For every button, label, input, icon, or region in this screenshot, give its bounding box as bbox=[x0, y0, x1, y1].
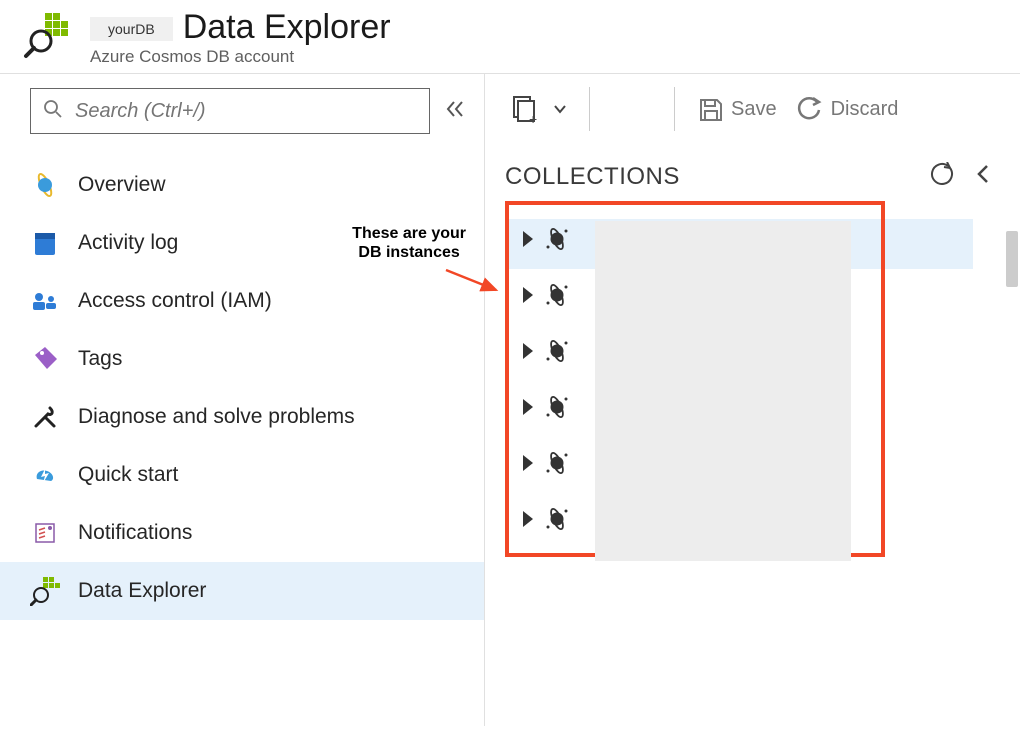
save-icon bbox=[697, 96, 723, 122]
nav-item-label: Overview bbox=[78, 173, 166, 197]
nav-item-label: Access control (IAM) bbox=[78, 289, 272, 313]
bolt-icon bbox=[30, 460, 60, 490]
search-box[interactable] bbox=[30, 88, 430, 134]
nav-item-quick-start[interactable]: Quick start bbox=[0, 446, 484, 504]
planet-icon bbox=[30, 170, 60, 200]
nav-item-label: Activity log bbox=[78, 231, 178, 255]
expand-icon[interactable] bbox=[523, 455, 533, 471]
tools-icon bbox=[30, 402, 60, 432]
discard-button[interactable]: Discard bbox=[797, 96, 899, 122]
nav-item-label: Diagnose and solve problems bbox=[78, 405, 355, 429]
nav-item-label: Notifications bbox=[78, 521, 192, 545]
collections-panel: COLLECTIONS bbox=[485, 152, 1020, 557]
search-icon bbox=[43, 99, 63, 124]
nav-item-notifications[interactable]: Notifications bbox=[0, 504, 484, 562]
collection-item[interactable] bbox=[509, 267, 881, 323]
toolbar: + Save Discard bbox=[485, 74, 1020, 144]
new-collection-button[interactable]: + bbox=[509, 94, 567, 124]
toolbar-label: Save bbox=[731, 98, 777, 121]
nav-item-label: Tags bbox=[78, 347, 122, 371]
discard-icon bbox=[797, 96, 823, 122]
nav-item-label: Data Explorer bbox=[78, 579, 206, 603]
nav-item-diagnose[interactable]: Diagnose and solve problems bbox=[0, 388, 484, 446]
search-input[interactable] bbox=[75, 100, 417, 123]
database-icon bbox=[543, 281, 571, 309]
main-panel: + Save Discard COLLECTIONS bbox=[485, 74, 1020, 726]
collection-item[interactable] bbox=[509, 211, 881, 267]
database-icon bbox=[543, 505, 571, 533]
database-icon bbox=[543, 337, 571, 365]
log-icon bbox=[30, 228, 60, 258]
collapse-sidebar-button[interactable] bbox=[444, 98, 466, 125]
collection-item[interactable] bbox=[509, 323, 881, 379]
page-subtitle: Azure Cosmos DB account bbox=[90, 47, 391, 67]
nav-item-access-control[interactable]: Access control (IAM) bbox=[0, 272, 484, 330]
svg-text:+: + bbox=[529, 111, 537, 124]
collections-list bbox=[505, 201, 885, 557]
annotation-arrow-icon bbox=[444, 266, 504, 296]
collection-item[interactable] bbox=[509, 491, 881, 547]
collapse-collections-button[interactable] bbox=[974, 162, 992, 191]
nav-item-label: Quick start bbox=[78, 463, 178, 487]
database-icon bbox=[543, 225, 571, 253]
product-icon bbox=[20, 8, 74, 62]
expand-icon[interactable] bbox=[523, 231, 533, 247]
refresh-button[interactable] bbox=[930, 162, 954, 191]
database-icon bbox=[543, 393, 571, 421]
database-icon bbox=[543, 449, 571, 477]
expand-icon[interactable] bbox=[523, 399, 533, 415]
db-name-chip: yourDB bbox=[90, 17, 173, 41]
collection-item[interactable] bbox=[509, 379, 881, 435]
iam-icon bbox=[30, 286, 60, 316]
nav-item-data-explorer[interactable]: Data Explorer bbox=[0, 562, 484, 620]
save-button[interactable]: Save bbox=[697, 96, 777, 122]
expand-icon[interactable] bbox=[523, 511, 533, 527]
nav-item-tags[interactable]: Tags bbox=[0, 330, 484, 388]
chevron-down-icon bbox=[553, 102, 567, 116]
annotation-text: These are your DB instances bbox=[352, 224, 466, 262]
collections-title: COLLECTIONS bbox=[505, 163, 680, 191]
scrollbar-handle[interactable] bbox=[1006, 231, 1018, 287]
tag-icon bbox=[30, 344, 60, 374]
toolbar-label: Discard bbox=[831, 98, 899, 121]
sidebar: Overview Activity log Access control (IA… bbox=[0, 74, 485, 726]
page-title: Data Explorer bbox=[183, 8, 391, 47]
expand-icon[interactable] bbox=[523, 287, 533, 303]
explorer-icon bbox=[30, 576, 60, 606]
nav-item-overview[interactable]: Overview bbox=[0, 156, 484, 214]
collection-item[interactable] bbox=[509, 435, 881, 491]
expand-icon[interactable] bbox=[523, 343, 533, 359]
page-header: yourDB Data Explorer Azure Cosmos DB acc… bbox=[0, 0, 1020, 74]
notifications-icon bbox=[30, 518, 60, 548]
